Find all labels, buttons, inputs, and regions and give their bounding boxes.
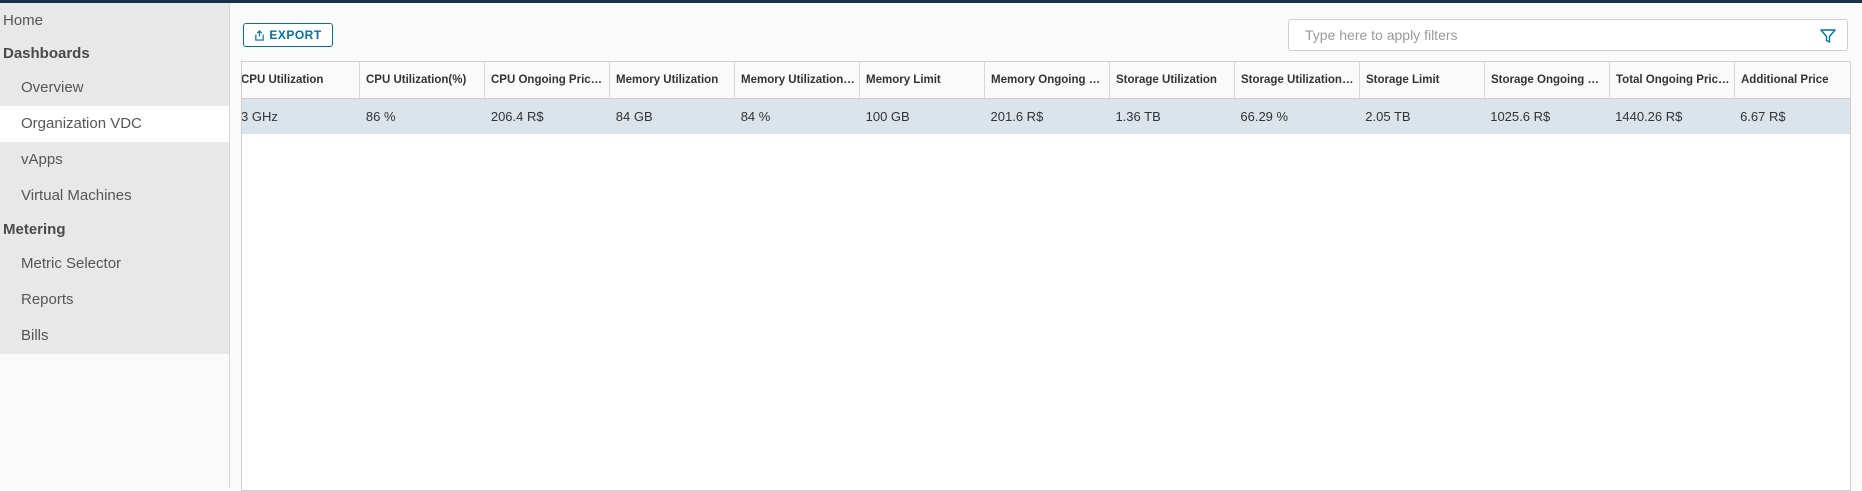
sidebar-item-bills[interactable]: Bills bbox=[0, 318, 229, 354]
column-header-storage-limit[interactable]: Storage Limit bbox=[1360, 62, 1485, 98]
column-header-storage-ongoing-price[interactable]: Storage Ongoing Pri... bbox=[1485, 62, 1610, 98]
table-cell: 1.36 TB bbox=[1115, 109, 1161, 124]
table-cell: 201.6 R$ bbox=[990, 109, 1044, 124]
column-header-cpu-utilization[interactable]: CPU Utilization bbox=[242, 62, 360, 98]
column-header-memory-utilization[interactable]: Memory Utilization bbox=[610, 62, 735, 98]
table-cell: 1025.6 R$ bbox=[1490, 109, 1551, 124]
table-row[interactable]: 3 GHz 86 % 206.4 R$ 84 GB 84 % 100 GB 20… bbox=[241, 99, 1850, 134]
table-cell: 206.4 R$ bbox=[490, 109, 544, 124]
sidebar-item-organization-vdc[interactable]: Organization VDC bbox=[0, 106, 229, 142]
column-header-memory-ongoing-price[interactable]: Memory Ongoing Pr... bbox=[985, 62, 1110, 98]
sidebar-item-home[interactable]: Home bbox=[0, 3, 229, 38]
column-header-cpu-utilization-percent[interactable]: CPU Utilization(%) bbox=[360, 62, 485, 98]
export-icon bbox=[255, 29, 265, 41]
table-cell: 2.05 TB bbox=[1365, 109, 1411, 124]
table-cell: 84 GB bbox=[615, 109, 653, 124]
sidebar-header-dashboards[interactable]: Dashboards bbox=[0, 38, 229, 70]
table-cell: 100 GB bbox=[865, 109, 910, 124]
sidebar-item-vapps[interactable]: vApps bbox=[0, 142, 229, 178]
sidebar-item-reports[interactable]: Reports bbox=[0, 282, 229, 318]
filter-input[interactable] bbox=[1289, 20, 1799, 50]
data-grid: CPU Utilization CPU Utilization(%) CPU O… bbox=[241, 61, 1851, 491]
column-header-storage-utilization-percent[interactable]: Storage Utilization(%) bbox=[1235, 62, 1360, 98]
column-header-total-ongoing-price[interactable]: Total Ongoing Price... bbox=[1610, 62, 1735, 98]
sidebar-item-overview[interactable]: Overview bbox=[0, 70, 229, 106]
filter-box bbox=[1288, 19, 1848, 51]
filter-icon[interactable] bbox=[1819, 27, 1837, 45]
column-header-memory-utilization-percent[interactable]: Memory Utilization(... bbox=[735, 62, 860, 98]
export-button-label: EXPORT bbox=[269, 28, 322, 42]
table-cell: 84 % bbox=[740, 109, 771, 124]
column-header-storage-utilization[interactable]: Storage Utilization bbox=[1110, 62, 1235, 98]
column-header-additional-price[interactable]: Additional Price bbox=[1735, 62, 1850, 98]
sidebar-item-virtual-machines[interactable]: Virtual Machines bbox=[0, 178, 229, 214]
export-button[interactable]: EXPORT bbox=[243, 23, 333, 47]
column-header-cpu-ongoing-price[interactable]: CPU Ongoing Price ... bbox=[485, 62, 610, 98]
table-cell: 6.67 R$ bbox=[1740, 109, 1786, 124]
table-cell: 1440.26 R$ bbox=[1615, 109, 1683, 124]
sidebar-header-metering[interactable]: Metering bbox=[0, 214, 229, 246]
table-cell: 86 % bbox=[365, 109, 396, 124]
table-cell: 66.29 % bbox=[1240, 109, 1289, 124]
sidebar-item-metric-selector[interactable]: Metric Selector bbox=[0, 246, 229, 282]
main-content: EXPORT CPU Utilization CPU Utilization(%… bbox=[230, 3, 1862, 491]
table-cell: 3 GHz bbox=[241, 109, 278, 124]
column-header-memory-limit[interactable]: Memory Limit bbox=[860, 62, 985, 98]
sidebar-nav-panel: Home Dashboards Overview Organization VD… bbox=[0, 3, 229, 354]
sidebar: Home Dashboards Overview Organization VD… bbox=[0, 3, 230, 488]
grid-header: CPU Utilization CPU Utilization(%) CPU O… bbox=[242, 62, 1850, 99]
